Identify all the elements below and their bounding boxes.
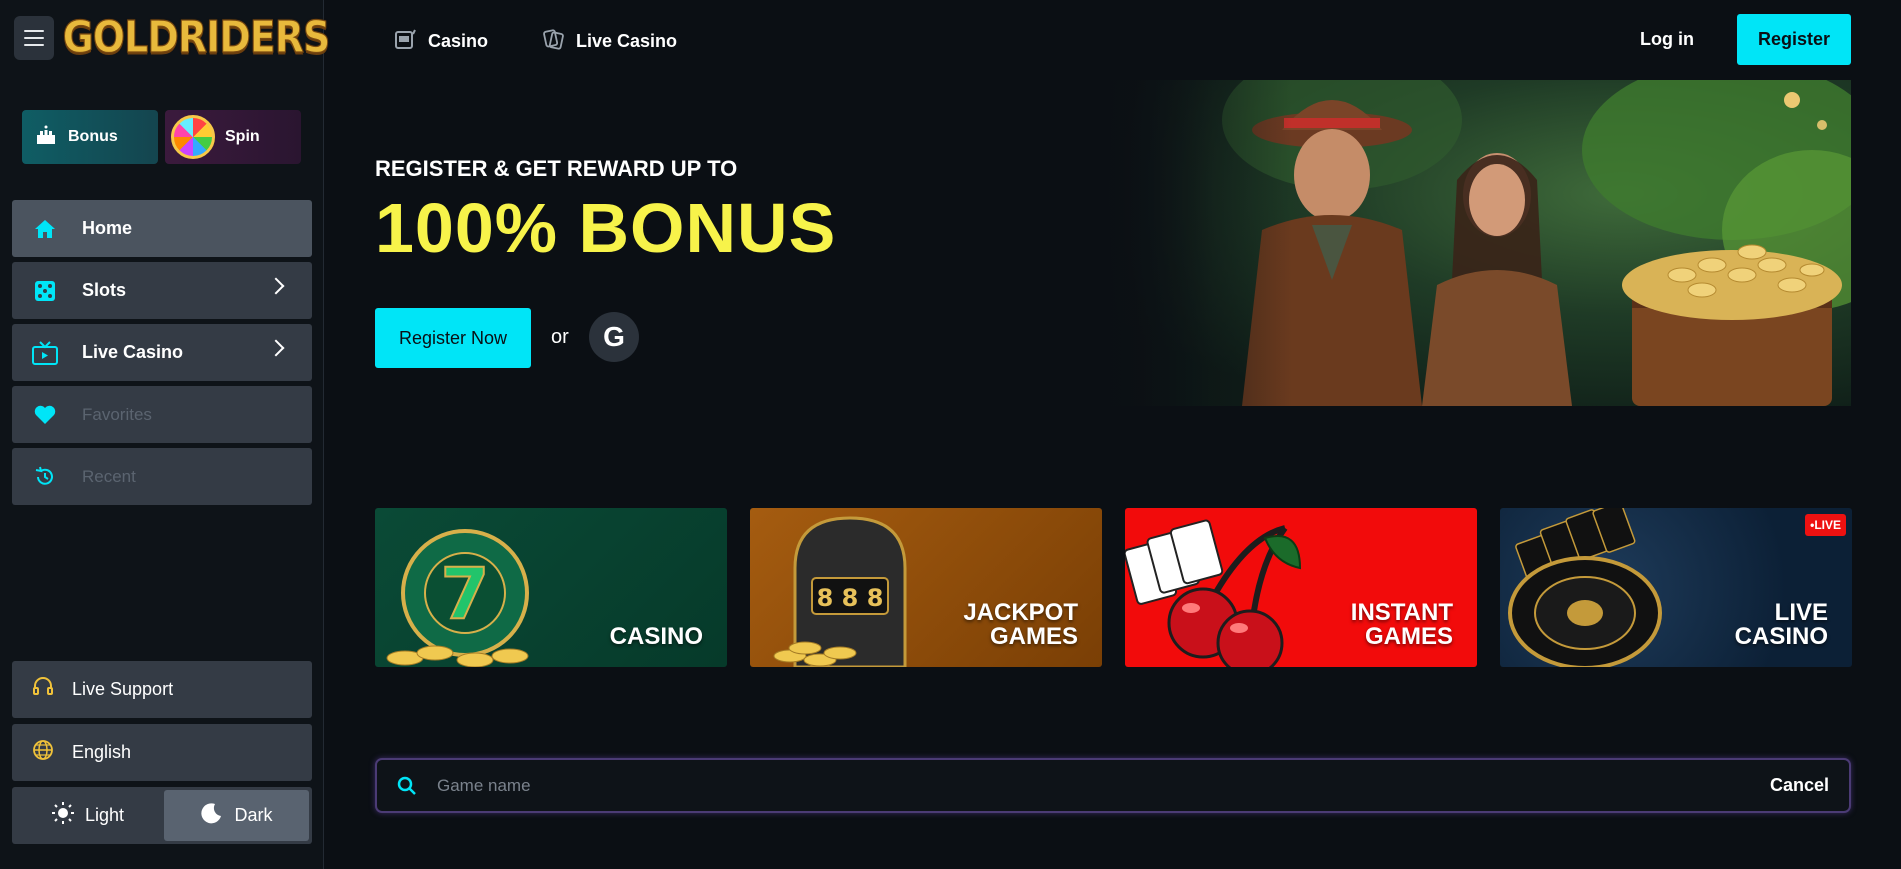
dark-theme-button[interactable]: Dark [164,790,309,841]
category-label: JACKPOT GAMES [963,599,1078,650]
sidebar-item-slots[interactable]: Slots [12,262,312,319]
hero-banner-image [1092,80,1851,406]
hero-title: 100% BONUS [375,189,837,267]
category-label: INSTANT GAMES [1350,599,1453,650]
category-label: LIVE CASINO [1734,599,1828,650]
sidebar-item-favorites[interactable]: Favorites [12,386,312,443]
topnav-label: Casino [428,31,489,51]
sidebar-item-label: Favorites [82,404,152,424]
svg-text:8 8 8: 8 8 8 [817,584,884,612]
globe-icon [32,739,54,766]
category-label: CASINO [609,623,703,650]
hero-subtitle: REGISTER & GET REWARD UP TO [375,156,738,181]
slot-machine-icon [394,28,416,55]
sidebar: GOLDRIDERS Bonus Spin Home Slots Live Ca… [0,0,331,869]
svg-text:7: 7 [441,553,490,635]
language-label: English [72,742,132,762]
sun-icon [51,801,75,830]
game-search-bar: Cancel [375,758,1851,813]
moon-icon [200,801,224,830]
logo-text: GOLDRIDERS [62,11,331,63]
topnav-live-casino[interactable]: Live Casino [542,28,677,55]
sidebar-item-label: Recent [82,466,136,486]
tv-icon [32,340,58,366]
chevron-right-icon [267,277,285,295]
topnav-casino[interactable]: Casino [394,28,488,55]
topnav-label: Live Casino [576,31,678,51]
dice-icon [32,278,58,304]
light-label: Light [84,805,125,825]
live-support-label: Live Support [72,679,174,699]
category-casino[interactable]: 7 CASINO [375,508,727,667]
sidebar-item-home[interactable]: Home [12,200,312,257]
chevron-right-icon [267,339,285,357]
google-login-button[interactable]: G [589,312,639,362]
google-icon: G [603,321,625,352]
light-theme-button[interactable]: Light [15,790,160,841]
cancel-button[interactable]: Cancel [1750,775,1849,796]
playing-cards-icon [542,28,564,55]
home-icon [32,216,58,242]
history-icon [32,464,58,490]
category-live-casino[interactable]: •LIVE LIVE CASINO [1500,508,1852,667]
bonus-label: Bonus [68,128,118,145]
heart-icon [32,402,58,428]
spin-label: Spin [225,128,260,145]
sidebar-item-label: Slots [82,280,127,300]
spin-button[interactable]: Spin [165,110,301,164]
login-button[interactable]: Log in [1614,14,1720,64]
sidebar-item-label: Home [82,218,133,238]
bonus-button[interactable]: Bonus [22,110,158,164]
register-now-button[interactable]: Register Now [375,308,531,368]
category-instant-games[interactable]: INSTANT GAMES [1125,508,1477,667]
or-text: or [551,326,569,348]
goldriders-logo[interactable]: GOLDRIDERS [62,6,331,68]
register-button[interactable]: Register [1737,14,1851,65]
language-selector[interactable]: English [12,724,312,781]
live-support-button[interactable]: Live Support [12,661,312,718]
cake-icon [34,123,58,152]
top-nav: Casino Live Casino [394,28,677,55]
live-badge: •LIVE [1805,514,1846,536]
hamburger-menu-icon[interactable] [14,16,54,60]
headset-icon [32,676,54,703]
search-icon [377,776,437,796]
dark-label: Dark [234,805,273,825]
sidebar-item-label: Live Casino [82,342,184,362]
fortune-wheel-icon [171,115,215,159]
theme-toggle: Light Dark [12,787,312,844]
sidebar-item-live-casino[interactable]: Live Casino [12,324,312,381]
sidebar-item-recent[interactable]: Recent [12,448,312,505]
search-input[interactable] [437,775,1750,796]
category-jackpot-games[interactable]: 8 8 8 JACKPOT GAMES [750,508,1102,667]
